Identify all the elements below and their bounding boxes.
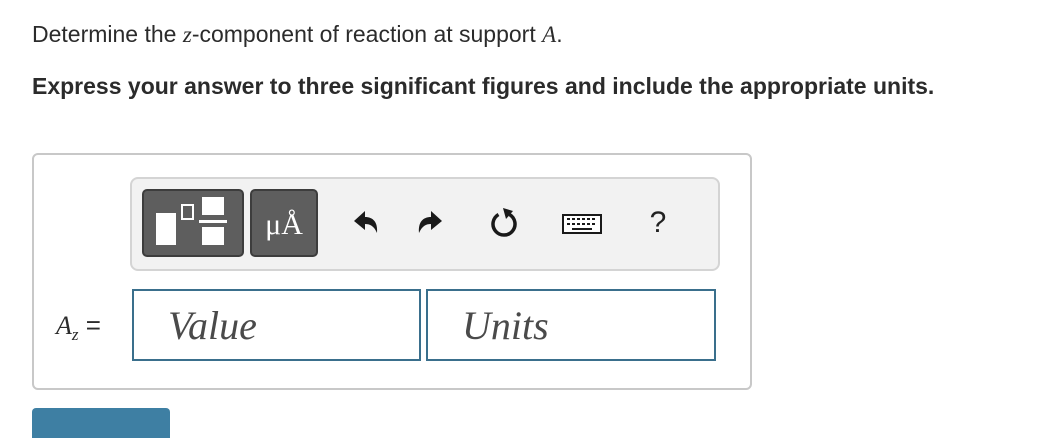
value-input[interactable] [134, 291, 419, 359]
undo-button[interactable] [344, 201, 384, 245]
answer-box: μÅ ? Az = Value Units [32, 153, 752, 390]
question-suffix: . [556, 21, 563, 47]
redo-icon [418, 211, 442, 233]
templates-button[interactable] [142, 189, 244, 257]
math-toolbar: μÅ ? [130, 177, 720, 271]
component-variable: z [182, 22, 192, 47]
reset-button[interactable] [484, 201, 524, 245]
value-field[interactable] [132, 289, 421, 361]
undo-icon [354, 211, 378, 233]
answer-variable-label: Az = [56, 305, 101, 355]
help-button[interactable]: ? [642, 201, 674, 245]
answer-variable: A [56, 311, 72, 340]
submit-button[interactable] [32, 408, 170, 438]
answer-subscript: z [71, 325, 79, 345]
fraction-template-icon [156, 197, 227, 245]
request-answer-link[interactable] [210, 421, 320, 431]
units-field[interactable] [426, 289, 716, 361]
question-middle: -component of reaction at support [191, 21, 543, 47]
question-prefix: Determine the [32, 21, 183, 47]
support-variable: A [542, 22, 557, 47]
keyboard-icon [562, 214, 602, 234]
keyboard-button[interactable] [560, 201, 604, 245]
redo-button[interactable] [412, 201, 452, 245]
units-input[interactable] [428, 291, 714, 359]
reset-icon [491, 208, 517, 237]
equals-sign: = [85, 310, 101, 340]
question-text: Determine the z-component of reaction at… [32, 20, 563, 49]
units-button[interactable]: μÅ [250, 189, 318, 257]
answer-instruction: Express your answer to three significant… [32, 73, 935, 99]
